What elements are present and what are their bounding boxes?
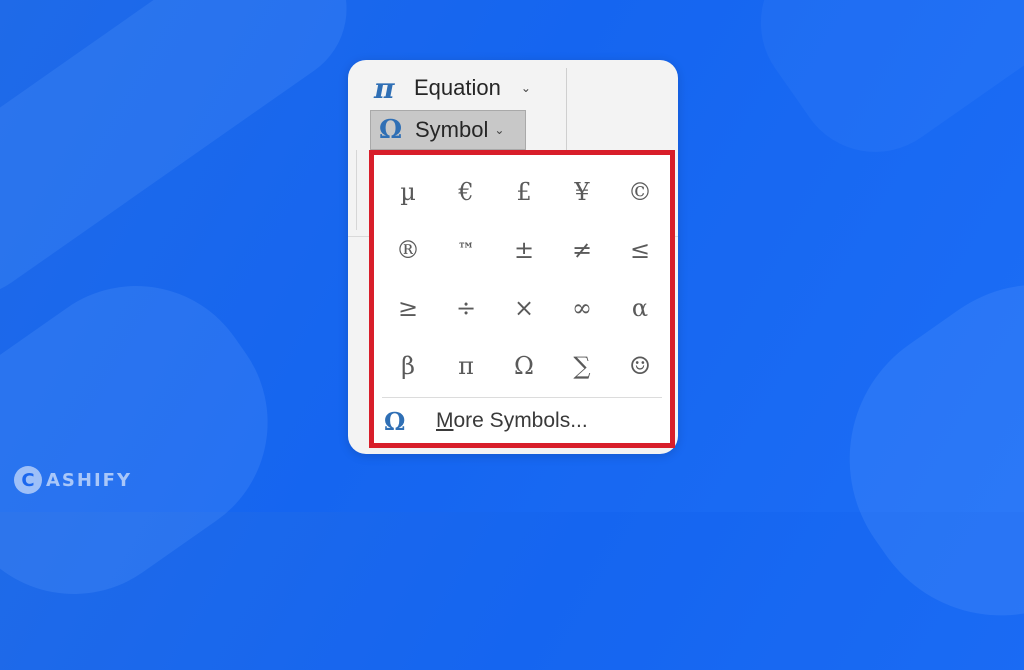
omega-icon: Ω xyxy=(384,406,406,436)
symbol-cell[interactable]: ≤ xyxy=(611,221,669,279)
ribbon-divider xyxy=(356,150,357,230)
symbol-cell[interactable]: £ xyxy=(495,163,553,221)
symbol-cell[interactable]: ™ xyxy=(437,221,495,279)
brand-logo: C ASHIFY xyxy=(14,466,132,494)
symbol-cell[interactable]: β xyxy=(379,337,437,395)
logo-mark: C xyxy=(14,466,42,494)
symbol-cell[interactable]: © xyxy=(611,163,669,221)
symbol-cell[interactable]: ® xyxy=(379,221,437,279)
symbol-button[interactable]: Ω Symbol ⌄ xyxy=(370,110,526,150)
menu-separator xyxy=(382,397,662,398)
omega-icon: Ω xyxy=(379,115,403,145)
background-shape xyxy=(794,229,1024,670)
symbol-cell[interactable]: ☺ xyxy=(611,337,669,395)
symbol-cell[interactable]: π xyxy=(437,337,495,395)
symbol-cell[interactable]: µ xyxy=(379,163,437,221)
symbol-cell[interactable]: ¥ xyxy=(553,163,611,221)
more-symbols-button[interactable]: Ω More Symbols... xyxy=(380,403,660,439)
symbol-cell[interactable]: × xyxy=(495,279,553,337)
symbol-cell[interactable]: ÷ xyxy=(437,279,495,337)
symbol-label: Symbol xyxy=(415,117,489,142)
equation-label: Equation xyxy=(414,75,501,100)
background-shape xyxy=(729,0,1024,184)
accelerator-key: M xyxy=(436,409,454,432)
symbol-cell[interactable]: ∞ xyxy=(553,279,611,337)
pi-icon: π xyxy=(374,71,395,105)
symbol-dropdown: µ € £ ¥ © ® ™ ± ≠ ≤ ≥ ÷ × ∞ α β π Ω ∑ ☺ … xyxy=(369,150,675,448)
background-shape xyxy=(0,0,376,326)
symbol-cell[interactable]: ≥ xyxy=(379,279,437,337)
chevron-down-icon[interactable]: ⌄ xyxy=(494,123,504,137)
equation-button[interactable]: π Equation ⌄ xyxy=(374,70,554,106)
background-shape xyxy=(0,238,315,642)
symbol-cell[interactable]: Ω xyxy=(495,337,553,395)
symbol-cell[interactable]: α xyxy=(611,279,669,337)
symbol-cell[interactable]: ∑ xyxy=(553,337,611,395)
chevron-down-icon[interactable]: ⌄ xyxy=(521,81,531,95)
symbol-cell[interactable]: ≠ xyxy=(553,221,611,279)
logo-text: ASHIFY xyxy=(46,469,132,491)
more-symbols-label: More Symbols... xyxy=(436,409,588,433)
symbol-cell[interactable]: € xyxy=(437,163,495,221)
more-symbols-text: ore Symbols... xyxy=(453,409,588,432)
symbol-cell[interactable]: ± xyxy=(495,221,553,279)
symbol-grid: µ € £ ¥ © ® ™ ± ≠ ≤ ≥ ÷ × ∞ α β π Ω ∑ ☺ xyxy=(379,163,669,395)
